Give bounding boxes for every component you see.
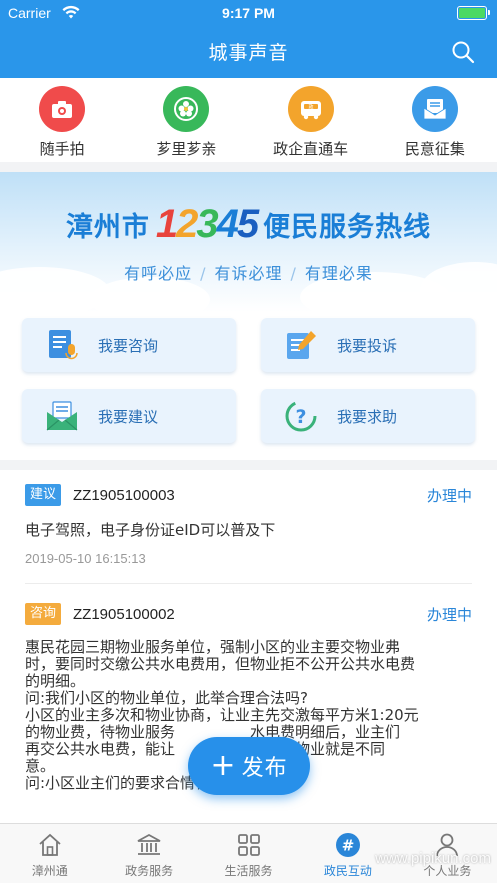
mail-icon	[411, 86, 458, 132]
svg-text:?: ?	[295, 406, 306, 428]
page-title: 城事声音	[208, 42, 289, 64]
hotline-digit: 2	[176, 202, 198, 246]
tab-label: 政民互动	[323, 864, 372, 878]
hotline-city: 漳州市	[65, 212, 150, 243]
quick-item-label: 随手拍	[39, 140, 85, 158]
slogan-text: 有理必果	[304, 264, 373, 283]
content-line: 小区的业主多次和物业协商，让业主先交激每平方米1:20元	[25, 706, 419, 724]
quick-item-label: 政企直通车	[273, 140, 349, 158]
hotline-title: 漳州市 12345 便民服务热线	[0, 202, 497, 247]
help-question-icon: ?	[285, 400, 317, 432]
content-line: 的明细。	[25, 672, 86, 690]
quick-item-label: 芗里芗亲	[156, 140, 217, 158]
hotline-digit: 3	[196, 202, 218, 246]
hotline-slogan: 有呼必应 / 有诉必理 / 有理必果	[124, 264, 373, 283]
item-header: 建议 ZZ1905100003 办理中	[25, 482, 472, 508]
publish-button[interactable]: + 发布	[188, 737, 310, 795]
envelope-icon	[46, 401, 78, 431]
search-icon[interactable]	[451, 40, 475, 64]
hotline-banner: 漳州市 12345 便民服务热线 有呼必应 / 有诉必理 / 有理必果 我要咨询 我要投…	[0, 172, 497, 460]
slogan-text: 有呼必应	[124, 264, 193, 283]
plus-icon: +	[210, 748, 236, 783]
camera-icon	[39, 86, 86, 132]
svg-text:#: #	[342, 837, 355, 855]
home-icon	[39, 833, 61, 856]
quick-item-neighbors[interactable]: 芗里芗亲	[124, 78, 248, 162]
tab-life-services[interactable]: 生活服务	[199, 824, 298, 883]
tab-label: 政务服务	[125, 864, 174, 878]
ticket-number: ZZ1905100003	[73, 486, 175, 504]
status-bar: Carrier 9:17 PM	[0, 0, 497, 26]
content-line: 时，要同时交缴公共水电费用，但物业拒不公开公共水电费	[25, 655, 416, 673]
navigation-header: Carrier 9:17 PM 城事声音	[0, 0, 497, 78]
tab-label: 生活服务	[224, 864, 273, 878]
app-screen: Carrier 9:17 PM 城事声音 随手拍 芗里芗亲 政 政企直通车 民意…	[0, 0, 497, 883]
item-timestamp: 2019-05-10 16:15:13	[25, 551, 146, 566]
hotline-digit: 1	[155, 202, 178, 246]
category-badge: 建议	[25, 484, 62, 506]
category-badge: 咨询	[25, 603, 62, 625]
list-item[interactable]: 建议 ZZ1905100003 办理中 电子驾照，电子身份证eID可以普及下 2…	[0, 482, 497, 566]
service-label: 我要求助	[337, 407, 398, 426]
status-badge: 办理中	[426, 606, 472, 624]
bus-icon: 政	[287, 86, 334, 132]
list-divider	[25, 583, 472, 584]
service-label: 我要咨询	[98, 336, 159, 355]
government-building-icon	[137, 833, 161, 855]
hotline-digit: 5	[236, 202, 259, 246]
clock: 9:17 PM	[222, 5, 275, 21]
quick-item-snapshot[interactable]: 随手拍	[0, 78, 124, 162]
item-content: 电子驾照，电子身份证eID可以普及下	[25, 522, 472, 539]
quick-item-opinion-poll[interactable]: 民意征集	[373, 78, 497, 162]
tab-zhangzhoutong[interactable]: 漳州通	[0, 824, 99, 883]
document-microphone-icon	[49, 330, 78, 360]
content-line: 问:我们小区的物业单位，此举合理合法吗?	[25, 689, 309, 707]
slogan-text: 有诉必理	[214, 264, 283, 283]
suggestion-button[interactable]: 我要建议	[22, 389, 236, 443]
quick-entry-bar: 随手拍 芗里芗亲 政 政企直通车 民意征集	[0, 78, 497, 162]
consult-button[interactable]: 我要咨询	[22, 318, 236, 372]
quick-item-business-express[interactable]: 政 政企直通车	[249, 78, 373, 162]
help-request-button[interactable]: ? 我要求助	[261, 389, 475, 443]
ticket-number: ZZ1905100002	[73, 605, 175, 623]
publish-label: 发布	[241, 756, 288, 781]
hotline-name: 便民服务热线	[263, 212, 432, 243]
service-label: 我要投诉	[337, 336, 398, 355]
content-line: 电子驾照，电子身份证eID可以普及下	[25, 521, 276, 539]
watermark: www.pipikun.com	[375, 850, 491, 867]
tab-label: 漳州通	[31, 864, 68, 878]
hashtag-icon: #	[335, 833, 360, 857]
hotline-digit: 4	[216, 202, 239, 246]
service-label: 我要建议	[98, 407, 159, 426]
status-badge: 办理中	[426, 487, 472, 505]
grid-icon	[237, 834, 260, 856]
document-pen-icon	[287, 331, 316, 359]
quick-item-label: 民意征集	[404, 140, 465, 158]
battery-icon	[457, 6, 490, 20]
complaint-button[interactable]: 我要投诉	[261, 318, 475, 372]
svg-text:政: 政	[308, 103, 313, 110]
tab-government-services[interactable]: 政务服务	[99, 824, 198, 883]
hotline-number: 12345	[155, 202, 259, 247]
flower-icon	[163, 86, 210, 132]
content-line: 惠民花园三期物业服务单位，强制小区的业主要交物业弗	[25, 638, 401, 656]
item-header: 咨询 ZZ1905100002 办理中	[25, 601, 472, 627]
